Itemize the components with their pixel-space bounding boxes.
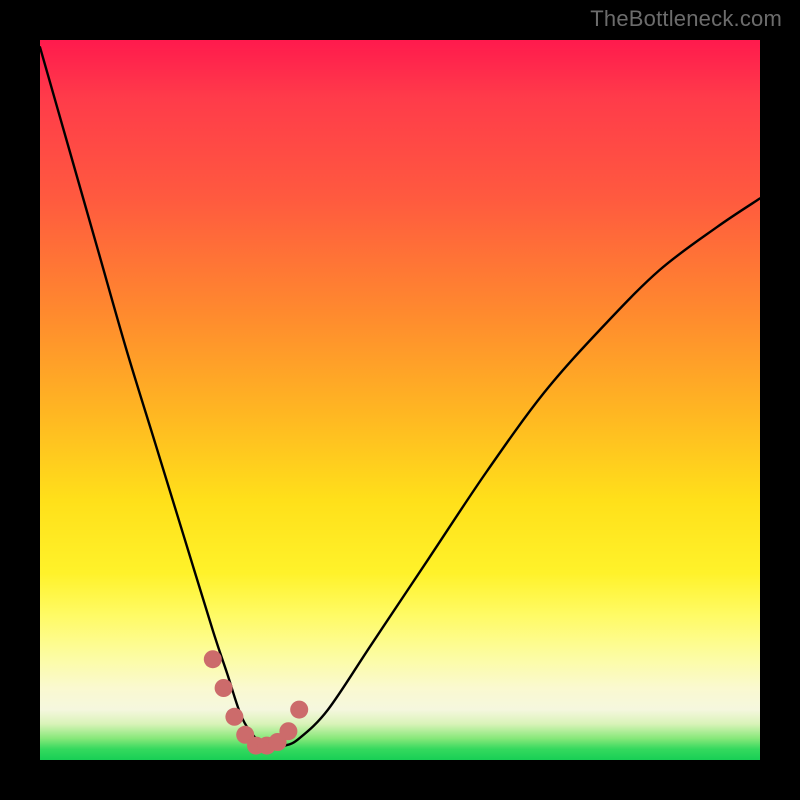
watermark-text: TheBottleneck.com [590,6,782,32]
dot [215,679,233,697]
curve-layer [40,40,760,760]
dot-band [204,650,308,754]
plot-area [40,40,760,760]
bottleneck-curve [40,47,760,746]
chart-stage: TheBottleneck.com [0,0,800,800]
dot [225,708,243,726]
dot [204,650,222,668]
dot [279,722,297,740]
dot [290,701,308,719]
